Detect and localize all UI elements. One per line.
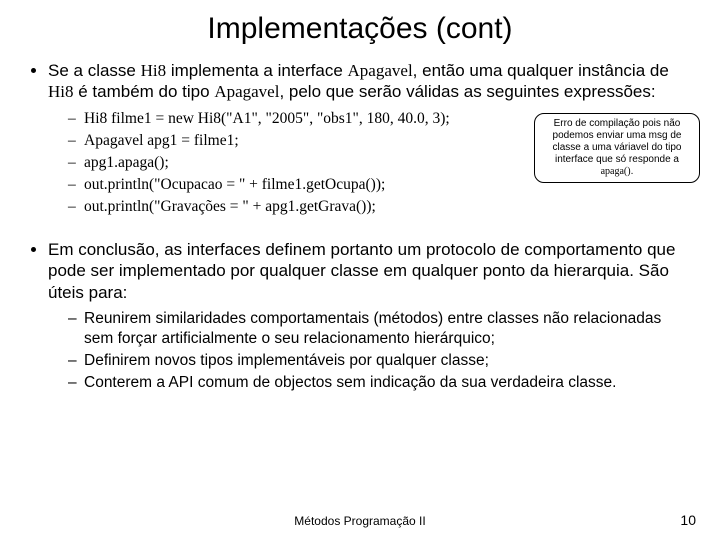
b1-c1: Hi8 (141, 61, 167, 80)
page-number: 10 (680, 512, 696, 528)
b1-mid2: , então uma qualquer instância de (413, 61, 669, 80)
bullet-2: Em conclusão, as interfaces definem port… (48, 239, 694, 393)
b1-post: , pelo que serão válidas as seguintes ex… (279, 82, 655, 101)
footer-text: Métodos Programação II (0, 514, 720, 528)
code-block: Hi8 filme1 = new Hi8("A1", "2005", "obs1… (48, 109, 694, 218)
b1-c4: Apagavel (214, 82, 279, 101)
error-callout: Erro de compilação pois não podemos envi… (534, 113, 700, 183)
sub-1: Reunirem similaridades comportamentais (… (68, 309, 694, 349)
b1-mid1: implementa a interface (166, 61, 347, 80)
callout-code: apaga() (601, 166, 631, 177)
bullet-1: Se a classe Hi8 implementa a interface A… (48, 60, 694, 217)
b1-c2: Apagavel (348, 61, 413, 80)
bullet-list-2: Em conclusão, as interfaces definem port… (26, 239, 694, 393)
callout-text3: . (631, 166, 634, 177)
sub-2: Definirem novos tipos implementáveis por… (68, 351, 694, 371)
sub-list: Reunirem similaridades comportamentais (… (48, 309, 694, 394)
bullet-list: Se a classe Hi8 implementa a interface A… (26, 60, 694, 217)
b1-pre: Se a classe (48, 61, 141, 80)
b2-text: Em conclusão, as interfaces definem port… (48, 240, 675, 302)
slide: Implementações (cont) Se a classe Hi8 im… (0, 0, 720, 540)
spacer (26, 221, 694, 239)
sub-3: Conterem a API comum de objectos sem ind… (68, 373, 694, 393)
code-line-5: out.println("Gravações = " + apg1.getGra… (68, 197, 694, 217)
b1-mid3: é também do tipo (74, 82, 215, 101)
callout-text1: Erro de compilação pois não podemos envi… (553, 118, 682, 165)
slide-title: Implementações (cont) (26, 12, 694, 46)
b1-c3: Hi8 (48, 82, 74, 101)
